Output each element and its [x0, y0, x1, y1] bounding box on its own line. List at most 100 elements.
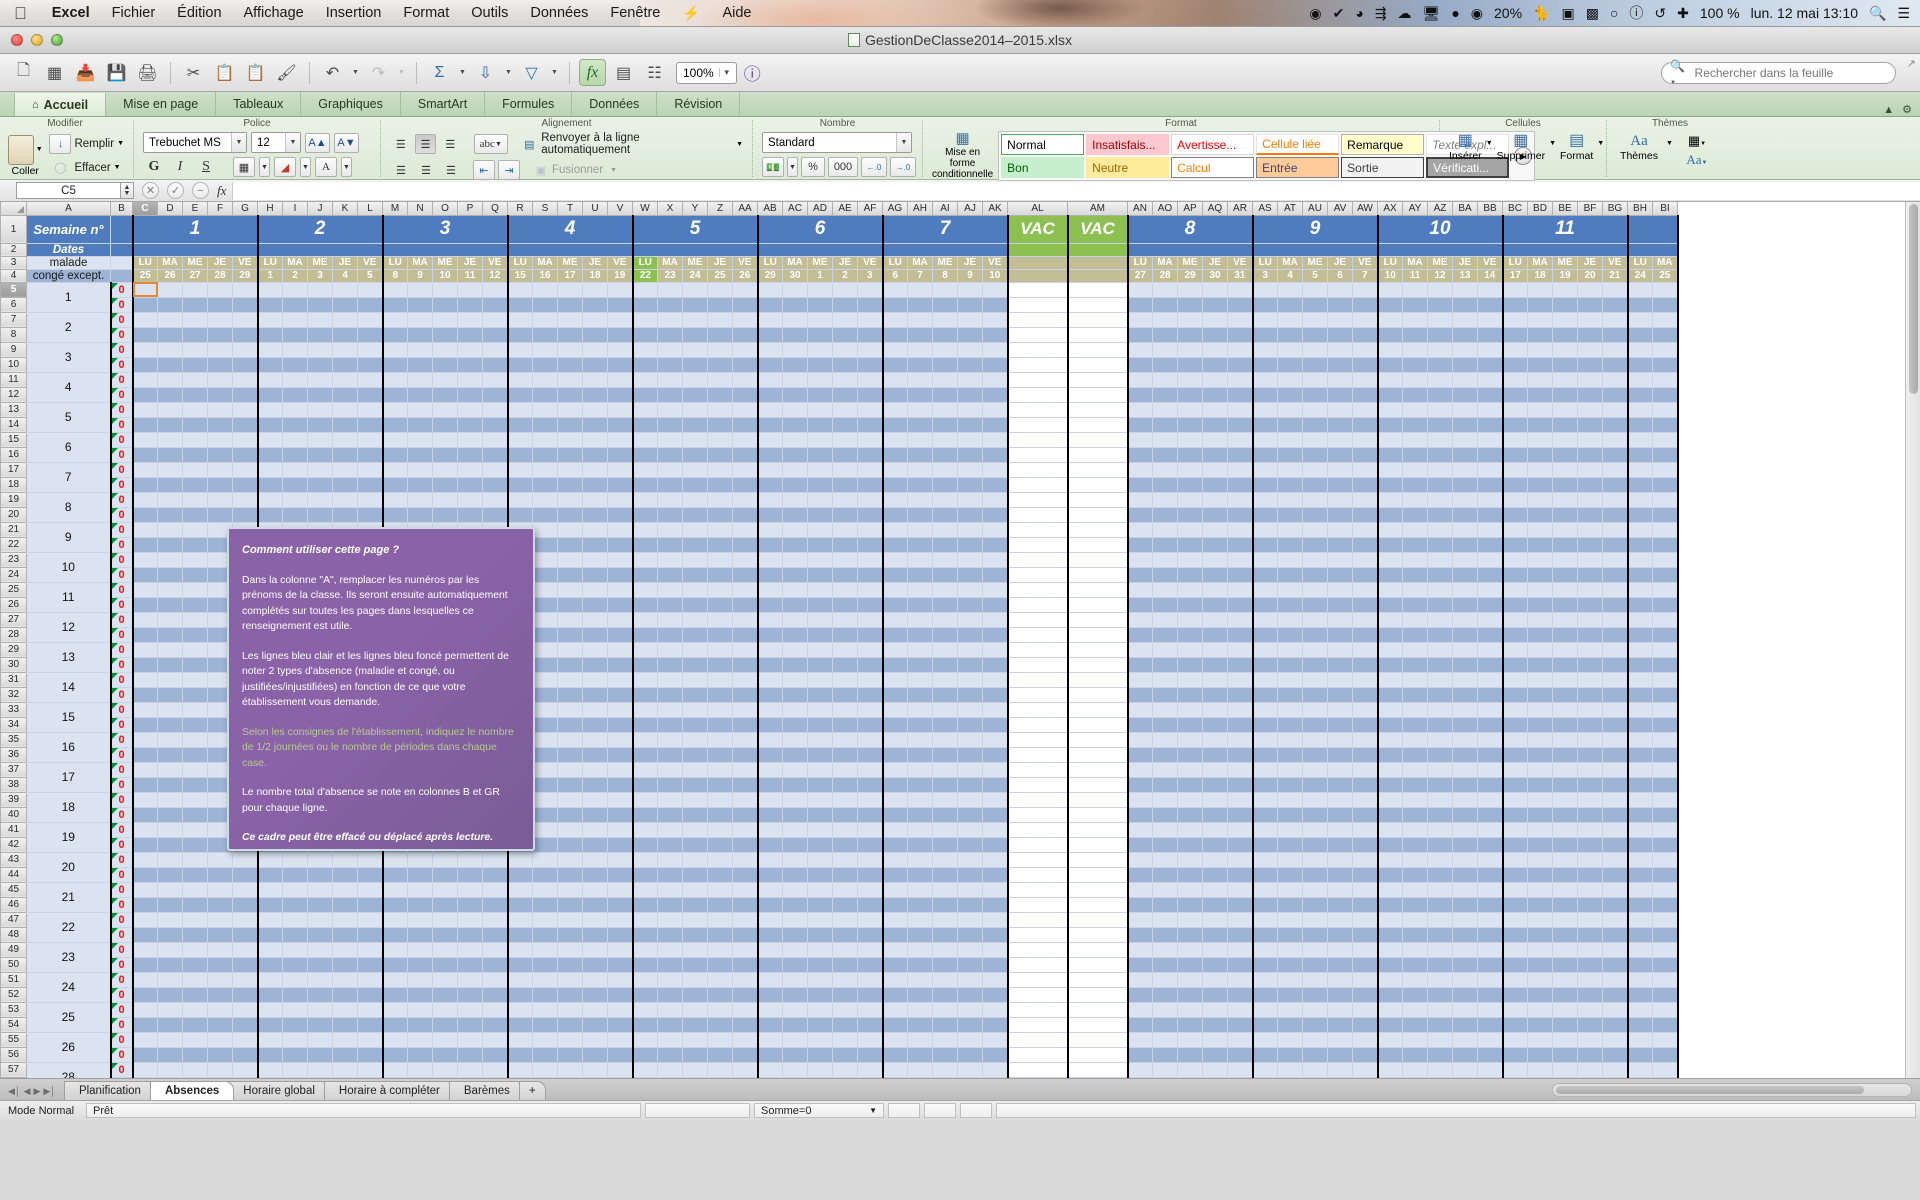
absence-cell[interactable]	[958, 912, 983, 927]
absence-cell[interactable]	[683, 402, 708, 417]
absence-cell[interactable]	[1203, 807, 1228, 822]
week-header-10[interactable]: 10	[1378, 215, 1503, 243]
absence-cell[interactable]	[208, 1017, 233, 1032]
absence-cell[interactable]	[1008, 1017, 1068, 1032]
absence-cell[interactable]	[1528, 897, 1553, 912]
absence-cell[interactable]	[308, 867, 333, 882]
absence-cell[interactable]	[608, 867, 633, 882]
absence-cell[interactable]	[908, 807, 933, 822]
absence-cell[interactable]	[1278, 762, 1303, 777]
absence-cell[interactable]	[133, 597, 158, 612]
absence-cell[interactable]	[608, 447, 633, 462]
absence-cell[interactable]	[383, 867, 408, 882]
absence-cell[interactable]	[1068, 312, 1128, 327]
absence-cell[interactable]	[608, 372, 633, 387]
absence-cell[interactable]	[1203, 747, 1228, 762]
absence-cell[interactable]	[1503, 792, 1528, 807]
absence-cell[interactable]	[1403, 522, 1428, 537]
absence-cell[interactable]	[1353, 657, 1378, 672]
absence-cell[interactable]	[1328, 462, 1353, 477]
absence-cell[interactable]	[1553, 852, 1578, 867]
absence-cell[interactable]	[133, 297, 158, 312]
absence-cell[interactable]	[1453, 402, 1478, 417]
absence-cell[interactable]	[733, 747, 758, 762]
absence-cell[interactable]	[1303, 477, 1328, 492]
absence-cell[interactable]	[283, 927, 308, 942]
student-name-cell[interactable]: 23	[27, 942, 111, 972]
absence-cell[interactable]	[558, 1062, 583, 1077]
absence-cell[interactable]	[933, 567, 958, 582]
absence-cell[interactable]	[733, 792, 758, 807]
absence-cell[interactable]	[883, 897, 908, 912]
absence-cell[interactable]	[133, 357, 158, 372]
absence-cell[interactable]	[1008, 357, 1068, 372]
absence-cell[interactable]	[183, 342, 208, 357]
day-number-11-2[interactable]: 19	[1553, 269, 1578, 282]
day-abbrev-4-2[interactable]: ME	[558, 256, 583, 269]
absence-cell[interactable]	[883, 807, 908, 822]
absence-cell[interactable]	[633, 432, 658, 447]
absence-cell[interactable]	[383, 327, 408, 342]
absence-cell[interactable]	[733, 297, 758, 312]
absence-cell[interactable]	[558, 762, 583, 777]
student-name-cell[interactable]: 17	[27, 762, 111, 792]
absence-cell[interactable]	[733, 1047, 758, 1062]
absence-cell[interactable]	[1178, 507, 1203, 522]
absence-cell[interactable]	[433, 912, 458, 927]
absence-cell[interactable]	[1128, 807, 1153, 822]
absence-cell[interactable]	[983, 1032, 1008, 1047]
absence-cell[interactable]	[533, 447, 558, 462]
absence-cell[interactable]	[1603, 657, 1628, 672]
absence-cell[interactable]	[608, 852, 633, 867]
absence-cell[interactable]	[458, 972, 483, 987]
absence-cell[interactable]	[1628, 732, 1653, 747]
absence-cell[interactable]	[1628, 357, 1653, 372]
absence-cell[interactable]	[683, 987, 708, 1002]
absence-cell[interactable]	[308, 432, 333, 447]
day-abbrev-1-2[interactable]: ME	[183, 256, 208, 269]
absence-cell[interactable]	[1068, 417, 1128, 432]
absence-cell[interactable]	[583, 672, 608, 687]
absence-cell[interactable]	[1503, 432, 1528, 447]
absence-cell[interactable]	[683, 372, 708, 387]
absence-cell[interactable]	[558, 417, 583, 432]
absence-cell[interactable]	[133, 327, 158, 342]
total-absence-cell[interactable]: 0	[111, 1032, 133, 1047]
total-absence-cell[interactable]: 0	[111, 927, 133, 942]
absence-cell[interactable]	[783, 822, 808, 837]
absence-cell[interactable]	[533, 672, 558, 687]
absence-cell[interactable]	[1428, 552, 1453, 567]
absence-cell[interactable]	[908, 972, 933, 987]
absence-cell[interactable]	[533, 987, 558, 1002]
absence-cell[interactable]	[233, 462, 258, 477]
absence-cell[interactable]	[1453, 492, 1478, 507]
format-dropdown-icon[interactable]: ▼	[1597, 140, 1604, 147]
absence-cell[interactable]	[958, 882, 983, 897]
absence-cell[interactable]	[1353, 957, 1378, 972]
absence-cell[interactable]	[1353, 582, 1378, 597]
absence-cell[interactable]	[483, 462, 508, 477]
absence-cell[interactable]	[983, 942, 1008, 957]
student-name-cell[interactable]: 4	[27, 372, 111, 402]
absence-cell[interactable]	[1228, 777, 1253, 792]
absence-cell[interactable]	[808, 657, 833, 672]
absence-cell[interactable]	[658, 402, 683, 417]
day-abbrev-7-1[interactable]: MA	[908, 256, 933, 269]
student-name-cell[interactable]: 18	[27, 792, 111, 822]
absence-cell[interactable]	[1478, 972, 1503, 987]
absence-cell[interactable]	[783, 312, 808, 327]
absence-cell[interactable]	[1328, 297, 1353, 312]
absence-cell[interactable]	[1008, 912, 1068, 927]
absence-cell[interactable]	[558, 792, 583, 807]
absence-cell[interactable]	[1403, 702, 1428, 717]
absence-cell[interactable]	[933, 432, 958, 447]
absence-cell[interactable]	[1603, 612, 1628, 627]
absence-cell[interactable]	[683, 462, 708, 477]
absence-cell[interactable]	[1278, 537, 1303, 552]
absence-cell[interactable]	[958, 342, 983, 357]
absence-cell[interactable]	[183, 702, 208, 717]
absence-cell[interactable]	[533, 507, 558, 522]
absence-cell[interactable]	[1478, 987, 1503, 1002]
row-header-36[interactable]: 36	[1, 747, 27, 762]
absence-cell[interactable]	[1353, 717, 1378, 732]
